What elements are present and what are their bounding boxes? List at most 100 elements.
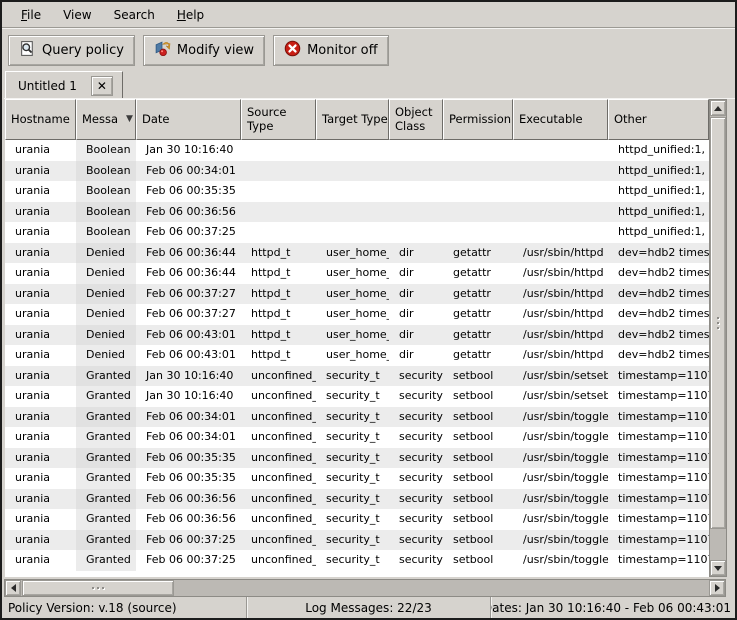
query-policy-button[interactable]: Query policy (8, 35, 135, 66)
table-row[interactable]: uraniaGrantedFeb 06 00:34:01unconfined_s… (5, 427, 709, 448)
horizontal-scrollbar[interactable] (4, 579, 726, 597)
table-row[interactable]: uraniaDeniedFeb 06 00:37:27httpd_tuser_h… (5, 304, 709, 325)
cell-target-type: security_t (316, 489, 389, 510)
cell-executable: /usr/sbin/httpd (513, 304, 608, 325)
table-row[interactable]: uraniaGrantedFeb 06 00:35:35unconfined_s… (5, 468, 709, 489)
cell-messa: Boolean (76, 202, 136, 223)
horizontal-scrollbar-thumb[interactable] (22, 580, 174, 596)
cell-messa: Granted (76, 550, 136, 571)
table-row[interactable]: uraniaGrantedFeb 06 00:36:56unconfined_s… (5, 489, 709, 510)
table-row[interactable]: uraniaBooleanJan 30 10:16:40httpd_unifie… (5, 140, 709, 161)
cell-source-type: unconfined_ (241, 489, 316, 510)
table-row[interactable]: uraniaGrantedFeb 06 00:35:35unconfined_s… (5, 448, 709, 469)
scroll-up-button[interactable] (710, 100, 726, 116)
column-header-executable[interactable]: Executable (513, 99, 608, 140)
cell-hostname: urania (5, 386, 76, 407)
cell-target-type: security_t (316, 550, 389, 571)
cell-messa: Boolean (76, 222, 136, 243)
toolbar: Query policy Modify view Monitor off (2, 31, 735, 69)
cell-permission: getattr (443, 284, 513, 305)
tab-close-button[interactable]: ✕ (91, 76, 113, 96)
cell-target-type: user_home_ (316, 325, 389, 346)
cell-permission (443, 202, 513, 223)
cell-date: Feb 06 00:36:56 (136, 202, 241, 223)
table-row[interactable]: uraniaBooleanFeb 06 00:35:35httpd_unifie… (5, 181, 709, 202)
cell-messa: Denied (76, 345, 136, 366)
cell-target-type: security_t (316, 427, 389, 448)
table-row[interactable]: uraniaBooleanFeb 06 00:36:56httpd_unifie… (5, 202, 709, 223)
table-row[interactable]: uraniaBooleanFeb 06 00:37:25httpd_unifie… (5, 222, 709, 243)
menu-search[interactable]: Search (103, 4, 166, 26)
scroll-left-button[interactable] (5, 580, 21, 596)
cell-hostname: urania (5, 161, 76, 182)
cell-source-type: httpd_t (241, 243, 316, 264)
cell-source-type: unconfined_ (241, 386, 316, 407)
table-row[interactable]: uraniaGrantedFeb 06 00:37:25unconfined_s… (5, 530, 709, 551)
table-row[interactable]: uraniaBooleanFeb 06 00:34:01httpd_unifie… (5, 161, 709, 182)
cell-messa: Denied (76, 263, 136, 284)
table-row[interactable]: uraniaDeniedFeb 06 00:43:01httpd_tuser_h… (5, 345, 709, 366)
menu-help[interactable]: Help (166, 4, 215, 26)
cell-source-type: unconfined_ (241, 468, 316, 489)
cell-permission: setbool (443, 407, 513, 428)
cell-executable: /usr/sbin/setseb (513, 366, 608, 387)
column-header-target-type[interactable]: Target Type (316, 99, 389, 140)
cell-messa: Granted (76, 407, 136, 428)
cell-date: Feb 06 00:37:27 (136, 304, 241, 325)
cell-executable: /usr/sbin/toggle (513, 489, 608, 510)
table-row[interactable]: uraniaGrantedFeb 06 00:36:56unconfined_s… (5, 509, 709, 530)
cell-hostname: urania (5, 550, 76, 571)
cell-object-class: security (389, 407, 443, 428)
cell-object-class: dir (389, 263, 443, 284)
modify-view-button[interactable]: Modify view (143, 35, 265, 66)
cell-source-type: httpd_t (241, 284, 316, 305)
table-row[interactable]: uraniaDeniedFeb 06 00:43:01httpd_tuser_h… (5, 325, 709, 346)
cell-executable: /usr/sbin/httpd (513, 284, 608, 305)
monitor-off-button[interactable]: Monitor off (273, 35, 388, 66)
cell-messa: Denied (76, 284, 136, 305)
statusbar: Policy Version: v.18 (source) Log Messag… (2, 597, 735, 618)
column-header-other[interactable]: Other (608, 99, 709, 140)
cell-permission (443, 140, 513, 161)
table-row[interactable]: uraniaDeniedFeb 06 00:36:44httpd_tuser_h… (5, 243, 709, 264)
cell-permission: getattr (443, 243, 513, 264)
table-row[interactable]: uraniaGrantedFeb 06 00:37:25unconfined_s… (5, 550, 709, 571)
column-header-messa[interactable]: Messa▼ (76, 99, 136, 140)
cell-hostname: urania (5, 263, 76, 284)
cell-messa: Boolean (76, 161, 136, 182)
vertical-scrollbar-thumb[interactable] (710, 117, 726, 529)
table-row[interactable]: uraniaGrantedJan 30 10:16:40unconfined_s… (5, 366, 709, 387)
cell-executable: /usr/sbin/toggle (513, 407, 608, 428)
table-row[interactable]: uraniaDeniedFeb 06 00:37:27httpd_tuser_h… (5, 284, 709, 305)
column-header-date[interactable]: Date (136, 99, 241, 140)
column-header-object-class[interactable]: Object Class (389, 99, 443, 140)
table-row[interactable]: uraniaGrantedFeb 06 00:34:01unconfined_s… (5, 407, 709, 428)
cell-source-type: unconfined_ (241, 550, 316, 571)
cell-target-type: security_t (316, 386, 389, 407)
cell-target-type: security_t (316, 448, 389, 469)
cell-executable (513, 222, 608, 243)
cell-object-class (389, 161, 443, 182)
cell-hostname: urania (5, 468, 76, 489)
vertical-scrollbar[interactable] (709, 99, 727, 577)
tab-untitled-1[interactable]: Untitled 1 ✕ (5, 71, 123, 99)
cell-object-class: security (389, 509, 443, 530)
menu-file[interactable]: File (10, 4, 52, 26)
tab-label: Untitled 1 (18, 79, 77, 93)
table-row[interactable]: uraniaDeniedFeb 06 00:36:44httpd_tuser_h… (5, 263, 709, 284)
policy-version-status: Policy Version: v.18 (source) (2, 597, 246, 618)
menu-view[interactable]: View (52, 4, 102, 26)
cell-permission (443, 161, 513, 182)
scroll-right-button[interactable] (709, 580, 725, 596)
cell-other: timestamp=11076 (608, 489, 709, 510)
table-row[interactable]: uraniaGrantedJan 30 10:16:40unconfined_s… (5, 386, 709, 407)
column-header-hostname[interactable]: Hostname (5, 99, 76, 140)
cell-source-type: httpd_t (241, 304, 316, 325)
cell-permission: getattr (443, 304, 513, 325)
column-header-permission[interactable]: Permission (443, 99, 513, 140)
cell-other: httpd_unified:1, h (608, 140, 709, 161)
scroll-down-button[interactable] (710, 560, 726, 576)
cell-object-class (389, 202, 443, 223)
cell-executable: /usr/sbin/toggle (513, 509, 608, 530)
column-header-source-type[interactable]: Source Type (241, 99, 316, 140)
